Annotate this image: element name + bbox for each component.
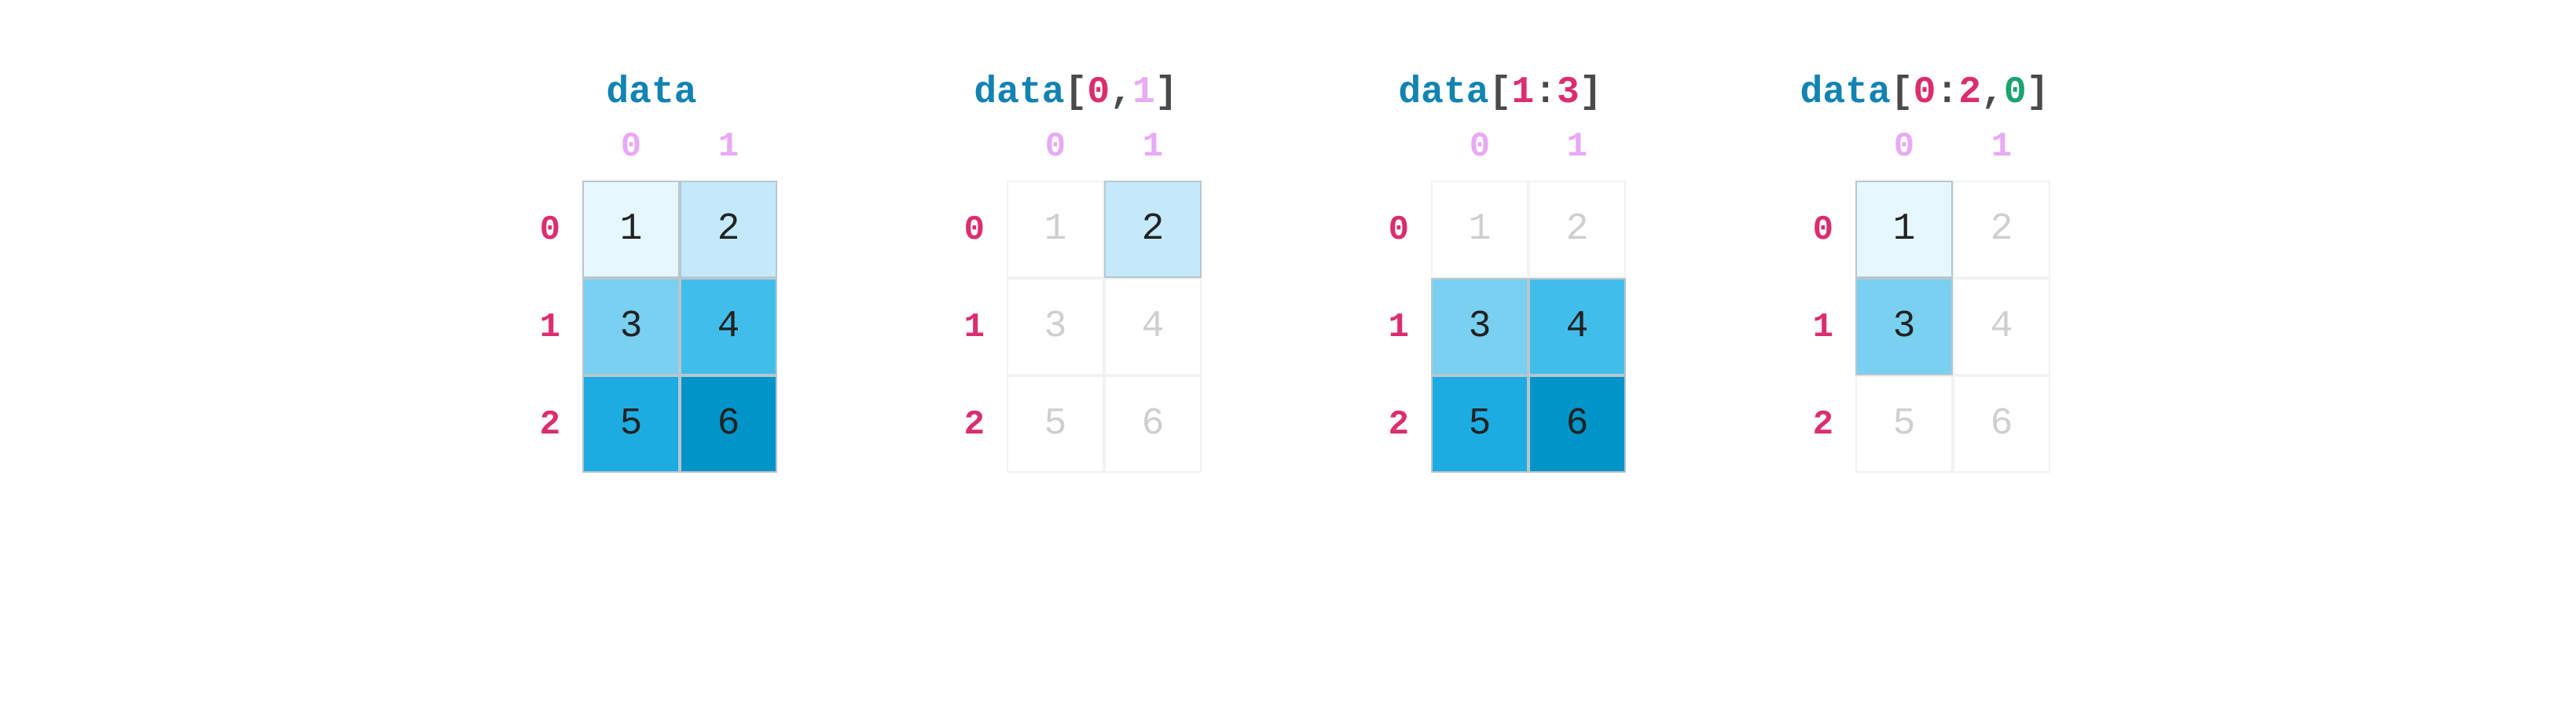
array-grid: 123456 xyxy=(1431,181,1626,473)
column-index-label: 1 xyxy=(1528,127,1626,166)
array-cell-unselected: 2 xyxy=(1528,181,1626,278)
array-cell-unselected: 1 xyxy=(1007,181,1104,278)
title-token: 1 xyxy=(1132,72,1155,115)
array-cell-unselected: 1 xyxy=(1431,181,1528,278)
title-token: ] xyxy=(2027,72,2049,115)
array-cell-unselected: 5 xyxy=(1007,375,1104,473)
array-cell-selected: 4 xyxy=(1528,278,1626,375)
panel-title: data[0:2,0] xyxy=(1800,72,2049,115)
array-cell-selected: 1 xyxy=(582,181,680,278)
array-cell-unselected: 2 xyxy=(1953,181,2050,278)
title-token: 0 xyxy=(1087,72,1110,115)
title-token: 0 xyxy=(2004,72,2027,115)
panel-title: data xyxy=(606,72,696,115)
array-cell-selected: 2 xyxy=(680,181,777,278)
array-grid: 123456 xyxy=(582,181,777,473)
array-cell-selected: 4 xyxy=(680,278,777,375)
title-token: , xyxy=(1110,72,1132,115)
title-token: ] xyxy=(1580,72,1602,115)
title-token: 0 xyxy=(1914,72,1936,115)
array-cell-unselected: 6 xyxy=(1953,375,2050,473)
title-token: : xyxy=(1534,72,1557,115)
row-headers: 012 xyxy=(1799,181,1843,473)
title-token: , xyxy=(1981,72,2004,115)
column-index-label: 1 xyxy=(680,127,777,166)
array-grid: 123456 xyxy=(1855,181,2050,473)
row-index-label: 0 xyxy=(1799,181,1843,278)
title-token: 2 xyxy=(1958,72,1981,115)
array-cell-unselected: 6 xyxy=(1104,375,1202,473)
array-cell-selected: 3 xyxy=(582,278,680,375)
array-block: 01012123456 xyxy=(1799,127,2050,473)
panel-title: data[0,1] xyxy=(974,72,1177,115)
array-cell-selected: 2 xyxy=(1104,181,1202,278)
indexing-panel-3: data[0:2,0]01012123456 xyxy=(1799,72,2050,473)
row-index-label: 1 xyxy=(950,278,994,375)
array-cell-selected: 3 xyxy=(1431,278,1528,375)
row-headers: 012 xyxy=(1374,181,1418,473)
array-grid: 123456 xyxy=(1007,181,1202,473)
array-cell-unselected: 5 xyxy=(1855,375,1953,473)
array-cell-unselected: 4 xyxy=(1104,278,1202,375)
array-cell-selected: 1 xyxy=(1855,181,1953,278)
row-index-label: 2 xyxy=(1799,375,1843,473)
column-headers: 01 xyxy=(1007,127,1202,166)
row-index-label: 1 xyxy=(1799,278,1843,375)
row-index-label: 1 xyxy=(1374,278,1418,375)
array-cell-selected: 6 xyxy=(680,375,777,473)
array-cell-selected: 6 xyxy=(1528,375,1626,473)
row-headers: 012 xyxy=(526,181,570,473)
array-cell-selected: 5 xyxy=(1431,375,1528,473)
column-index-label: 1 xyxy=(1953,127,2050,166)
row-index-label: 0 xyxy=(1374,181,1418,278)
column-index-label: 0 xyxy=(1855,127,1953,166)
title-token: [ xyxy=(1065,72,1088,115)
array-block: 01012123456 xyxy=(1374,127,1626,473)
title-token: 3 xyxy=(1557,72,1580,115)
array-block: 01012123456 xyxy=(526,127,777,473)
array-cell-selected: 5 xyxy=(582,375,680,473)
row-index-label: 2 xyxy=(950,375,994,473)
panel-title: data[1:3] xyxy=(1398,72,1602,115)
title-token: 1 xyxy=(1511,72,1534,115)
indexing-panel-0: data01012123456 xyxy=(526,72,777,473)
array-block: 01012123456 xyxy=(950,127,1202,473)
array-cell-unselected: 3 xyxy=(1007,278,1104,375)
column-index-label: 1 xyxy=(1104,127,1202,166)
row-index-label: 2 xyxy=(526,375,570,473)
array-cell-unselected: 4 xyxy=(1953,278,2050,375)
title-token: data xyxy=(1398,72,1488,115)
title-token: data xyxy=(606,72,696,115)
title-token: ] xyxy=(1155,72,1178,115)
title-token: [ xyxy=(1891,72,1914,115)
row-index-label: 1 xyxy=(526,278,570,375)
row-index-label: 2 xyxy=(1374,375,1418,473)
row-index-label: 0 xyxy=(526,181,570,278)
title-token: : xyxy=(1936,72,1958,115)
indexing-panel-2: data[1:3]01012123456 xyxy=(1374,72,1626,473)
row-headers: 012 xyxy=(950,181,994,473)
column-index-label: 0 xyxy=(582,127,680,166)
column-headers: 01 xyxy=(582,127,777,166)
column-headers: 01 xyxy=(1855,127,2050,166)
title-token: data xyxy=(974,72,1064,115)
column-index-label: 0 xyxy=(1431,127,1528,166)
array-cell-selected: 3 xyxy=(1855,278,1953,375)
row-index-label: 0 xyxy=(950,181,994,278)
column-headers: 01 xyxy=(1431,127,1626,166)
column-index-label: 0 xyxy=(1007,127,1104,166)
title-token: data xyxy=(1800,72,1891,115)
indexing-panel-1: data[0,1]01012123456 xyxy=(950,72,1202,473)
title-token: [ xyxy=(1489,72,1512,115)
